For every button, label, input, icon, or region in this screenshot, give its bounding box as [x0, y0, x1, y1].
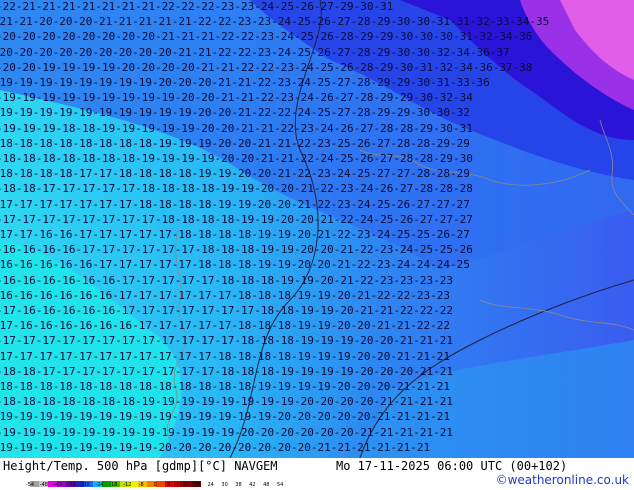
footer-bar: Height/Temp. 500 hPa [gdmp][°C] NAVGEM M… — [0, 458, 634, 490]
color-scale-swatch — [156, 481, 165, 487]
temperature-row: -18-18-18-18-18-18-18-19-19-19-19-19-19-… — [0, 395, 453, 409]
temperature-row: -18-18-17-17-17-17-17-17-17-17-17-18-18-… — [0, 364, 453, 378]
temperature-row: -18-18-18-18-18-18-18-18-18-18-18-18-18-… — [0, 380, 450, 393]
temperature-row: -17-17-17-17-17-17-17-18-18-18-18-19-19-… — [0, 197, 470, 211]
forecast-datetime: Mo 17-11-2025 06:00 UTC (00+102) — [336, 459, 568, 473]
color-scale-tick: 8 — [167, 482, 171, 488]
color-scale-tick: 12 — [179, 482, 187, 488]
temperature-row: -17-17-17-17-17-17-17-17-17-17-17-18-18-… — [0, 349, 450, 363]
temperature-row: -17-17-17-17-17-17-17-17-17-17-17-17-18-… — [0, 334, 453, 348]
temperature-row: -16-16-16-16-17-17-17-17-17-17-18-18-18-… — [0, 243, 473, 257]
temperature-row: -19-19-19-19-19-19-19-19-20-20-20-20-20-… — [0, 440, 431, 454]
temperature-row: -18-18-18-18-18-18-18-18-19-19-19-20-20-… — [0, 136, 470, 150]
temperature-row: -17-17-16-16-17-17-17-17-17-18-18-18-18-… — [0, 228, 470, 241]
temperature-row: -16-16-16-16-16-17-17-17-17-17-18-18-18-… — [0, 258, 470, 272]
color-scale-tick: -48 — [39, 482, 48, 488]
temperature-row: -20-20-20-20-20-20-20-20-20-21-21-22-22-… — [0, 45, 510, 59]
color-scale-tick: -42 — [53, 482, 62, 488]
temperature-row: -17-17-17-17-17-17-17-17-18-18-18-18-19-… — [0, 212, 473, 226]
color-scale-tick: -8 — [138, 482, 144, 488]
color-scale-tick: 24 — [207, 482, 214, 488]
temperature-row: -16-16-16-16-16-16-17-17-17-17-17-18-18-… — [0, 273, 453, 287]
color-scale-tick: 38 — [235, 482, 242, 488]
color-scale-tick: 42 — [249, 482, 256, 488]
color-scale-tick: -18 — [109, 482, 118, 488]
temperature-row: -19-19-19-19-19-19-19-19-19-20-20-21-21-… — [0, 91, 473, 105]
temperature-row: -18-18-18-18-18-18-18-19-19-19-19-20-20-… — [0, 152, 473, 165]
temperature-row: -18-18-18-18-17-17-18-18-18-18-19-19-20-… — [0, 167, 470, 181]
color-scale-tick: -38 — [67, 482, 76, 488]
color-scale-tick: 30 — [221, 482, 228, 488]
temperature-row: -17-16-16-16-16-16-16-17-17-17-17-17-18-… — [0, 319, 450, 333]
color-scale-tick: -30 — [81, 482, 90, 488]
color-scale-tick: -54 — [25, 482, 35, 488]
temperature-row: -18-18-17-17-17-17-17-18-18-18-18-19-19-… — [0, 182, 473, 196]
temperature-map: -22-21-21-21-21-21-21-21-22-22-22-23-23-… — [0, 0, 634, 458]
color-scale-tick: -12 — [123, 482, 132, 488]
temperature-row: -19-19-19-19-19-19-19-19-19-19-19-19-20-… — [0, 425, 453, 439]
map-title: Height/Temp. 500 hPa [gdmp][°C] NAVGEM — [3, 459, 278, 473]
site-credit[interactable]: ©weatheronline.co.uk — [496, 473, 629, 487]
color-scale-tick: 54 — [277, 482, 284, 488]
color-scale-tick: 18 — [193, 482, 200, 488]
temperature-row: -16-16-16-16-16-16-17-17-17-17-17-17-18-… — [0, 288, 450, 302]
temperature-row: -21-21-20-20-20-21-21-21-21-21-22-22-23-… — [0, 15, 550, 29]
color-scale-tick: -24 — [95, 482, 104, 488]
temperature-row: -19-19-19-19-19-19-19-19-20-20-20-21-21-… — [0, 76, 490, 89]
temperature-row: -20-20-19-19-19-19-20-20-20-20-21-21-22-… — [0, 60, 533, 74]
temperature-row: -22-21-21-21-21-21-21-21-22-22-22-23-23-… — [0, 0, 394, 13]
temperature-row: -19-19-19-19-19-19-19-19-19-19-19-19-19-… — [0, 410, 450, 424]
temperature-row: -19-19-19-18-18-19-19-19-19-19-20-20-21-… — [0, 121, 473, 135]
temperature-row: -19-19-19-19-19-19-19-19-19-19-20-20-21-… — [0, 106, 470, 120]
temperature-row: -17-16-16-16-16-16-17-17-17-17-17-17-17-… — [0, 304, 453, 317]
temperature-row: -20-20-20-20-20-20-20-20-21-21-21-22-22-… — [0, 30, 533, 44]
color-scale-tick: 0 — [153, 482, 157, 488]
color-scale-tick: 48 — [263, 482, 270, 488]
